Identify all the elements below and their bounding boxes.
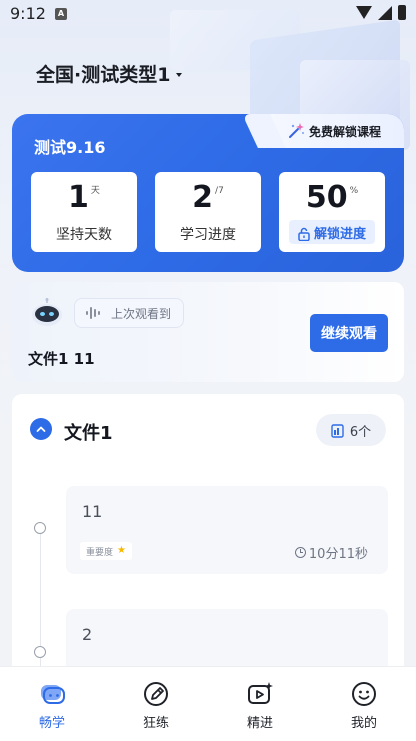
continue-watching-card[interactable]: 上次观看到 文件1 11 继续观看 [12, 282, 404, 382]
nav-label: 狂练 [142, 716, 169, 731]
unlock-progress-label: 解锁进度 [313, 226, 366, 242]
clock-icon [294, 547, 306, 558]
importance-badge: 重要度 ★ [80, 542, 132, 560]
lesson-count: 6个 [349, 424, 372, 440]
collapse-toggle[interactable] [30, 418, 52, 440]
notification-badge-icon: A [55, 8, 67, 20]
region-selector[interactable]: 全国·测试类型1 [36, 60, 183, 87]
stat-unit: % [349, 186, 359, 196]
free-unlock-course-label: 免费解锁课程 [308, 124, 381, 139]
stat-value: 50 [305, 180, 348, 215]
lock-icon [298, 226, 310, 242]
stat-study-progress: 2/7 学习进度 [155, 172, 261, 252]
video-play-icon [248, 682, 273, 704]
nav-item-changxue[interactable]: 畅学 [0, 667, 104, 741]
stat-persist-days: 1天 坚持天数 [31, 172, 137, 252]
timeline-dot [34, 522, 46, 534]
robot-avatar-icon [30, 298, 64, 328]
page-title: 全国·测试类型1 [36, 64, 171, 86]
lesson-name: 2 [82, 625, 93, 644]
nav-item-jingjin[interactable]: 精进 [208, 667, 312, 741]
free-unlock-course-button[interactable]: 免费解锁课程 [264, 114, 404, 148]
stat-unit: 天 [90, 186, 100, 196]
progress-card: 免费解锁课程 测试9.16 1天 坚持天数 2/7 学习进度 50% 解锁进度 [12, 114, 404, 272]
stat-value: 2 [192, 180, 214, 215]
battery-icon [398, 5, 406, 20]
chat-bubble-icon [41, 685, 65, 704]
signal-icon [378, 5, 392, 20]
unlock-progress-button[interactable]: 解锁进度 [289, 220, 375, 244]
audio-wave-icon [85, 305, 103, 321]
stat-unit: /7 [215, 186, 224, 196]
chevron-up-icon [36, 426, 46, 432]
stat-label: 学习进度 [180, 227, 236, 243]
magic-wand-icon [287, 122, 305, 140]
continue-watching-button[interactable]: 继续观看 [310, 314, 388, 352]
section-title: 文件1 [64, 423, 113, 444]
lesson-name: 11 [82, 502, 103, 521]
nav-item-mine[interactable]: 我的 [312, 667, 416, 741]
status-bar: 9:12 A [0, 0, 416, 28]
smile-face-icon [352, 682, 376, 706]
document-icon [331, 423, 344, 438]
nav-label: 精进 [246, 716, 273, 731]
wifi-icon [356, 6, 372, 19]
stat-label: 坚持天数 [56, 227, 112, 243]
timeline-dot [34, 646, 46, 658]
lesson-duration: 10分11秒 [294, 543, 368, 562]
last-watched-label: 上次观看到 [111, 306, 172, 321]
star-icon: ★ [117, 545, 126, 556]
nav-label: 畅学 [38, 716, 65, 731]
status-time: 9:12 [10, 4, 46, 23]
status-icons [356, 5, 406, 20]
nav-item-kuanglian[interactable]: 狂练 [104, 667, 208, 741]
caret-down-icon [176, 72, 183, 77]
lesson-item[interactable]: 11 重要度 ★ 10分11秒 [66, 486, 388, 574]
duration-text: 10分11秒 [308, 547, 368, 562]
lesson-count-badge: 6个 [316, 414, 386, 446]
stat-value: 1 [68, 180, 89, 215]
bottom-nav: 畅学 狂练 精进 我的 [0, 666, 416, 741]
last-watched-bubble: 上次观看到 [74, 298, 185, 328]
importance-label: 重要度 [86, 547, 114, 558]
nav-label: 我的 [350, 716, 377, 731]
pen-icon [144, 682, 168, 706]
stat-unlock-progress: 50% 解锁进度 [279, 172, 385, 252]
last-watched-file: 文件1 11 [28, 350, 95, 368]
course-title: 测试9.16 [34, 138, 106, 157]
